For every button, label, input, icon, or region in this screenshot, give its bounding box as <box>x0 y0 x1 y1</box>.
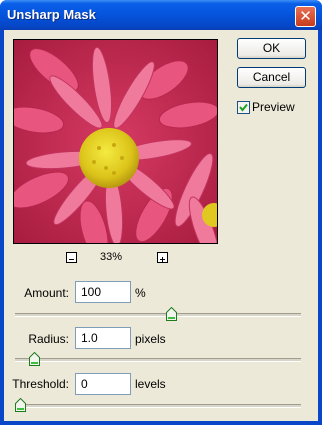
preview-checkbox[interactable] <box>237 101 250 114</box>
preview-label[interactable]: Preview <box>252 100 295 114</box>
cancel-button[interactable]: Cancel <box>237 67 306 88</box>
ok-button[interactable]: OK <box>237 38 306 59</box>
close-button[interactable]: ✕ <box>295 6 316 27</box>
preview-image[interactable] <box>13 39 218 244</box>
plus-icon <box>160 257 165 262</box>
radius-field[interactable]: 1.0 <box>75 327 131 349</box>
threshold-slider-thumb[interactable] <box>15 398 26 412</box>
zoom-in-button[interactable] <box>157 252 168 263</box>
radius-unit: pixels <box>135 332 166 346</box>
checkmark-icon <box>239 103 248 112</box>
threshold-slider-track[interactable] <box>15 404 301 408</box>
radius-label: Radius: <box>28 332 69 346</box>
amount-label: Amount: <box>24 286 69 300</box>
amount-slider-thumb[interactable] <box>166 307 178 321</box>
dialog-body: OK Cancel Preview 33% Amount: 100 % Radi… <box>4 30 318 421</box>
minus-icon <box>69 259 74 260</box>
radius-slider-track[interactable] <box>15 358 301 362</box>
amount-unit: % <box>135 286 146 300</box>
threshold-unit: levels <box>135 377 166 391</box>
unsharp-mask-dialog: Unsharp Mask ✕ OK Cancel Preview 33% Amo… <box>0 0 322 425</box>
threshold-field[interactable]: 0 <box>75 373 131 395</box>
title-bar[interactable]: Unsharp Mask ✕ <box>0 0 322 30</box>
zoom-level: 33% <box>100 251 123 263</box>
amount-slider-track[interactable] <box>15 313 301 317</box>
zoom-out-button[interactable] <box>66 252 77 263</box>
radius-slider-thumb[interactable] <box>28 352 40 366</box>
threshold-label: Threshold: <box>12 377 69 391</box>
flower-photo <box>14 40 217 243</box>
amount-field[interactable]: 100 <box>75 281 131 303</box>
close-icon: ✕ <box>299 8 312 25</box>
dialog-title: Unsharp Mask <box>7 7 96 22</box>
